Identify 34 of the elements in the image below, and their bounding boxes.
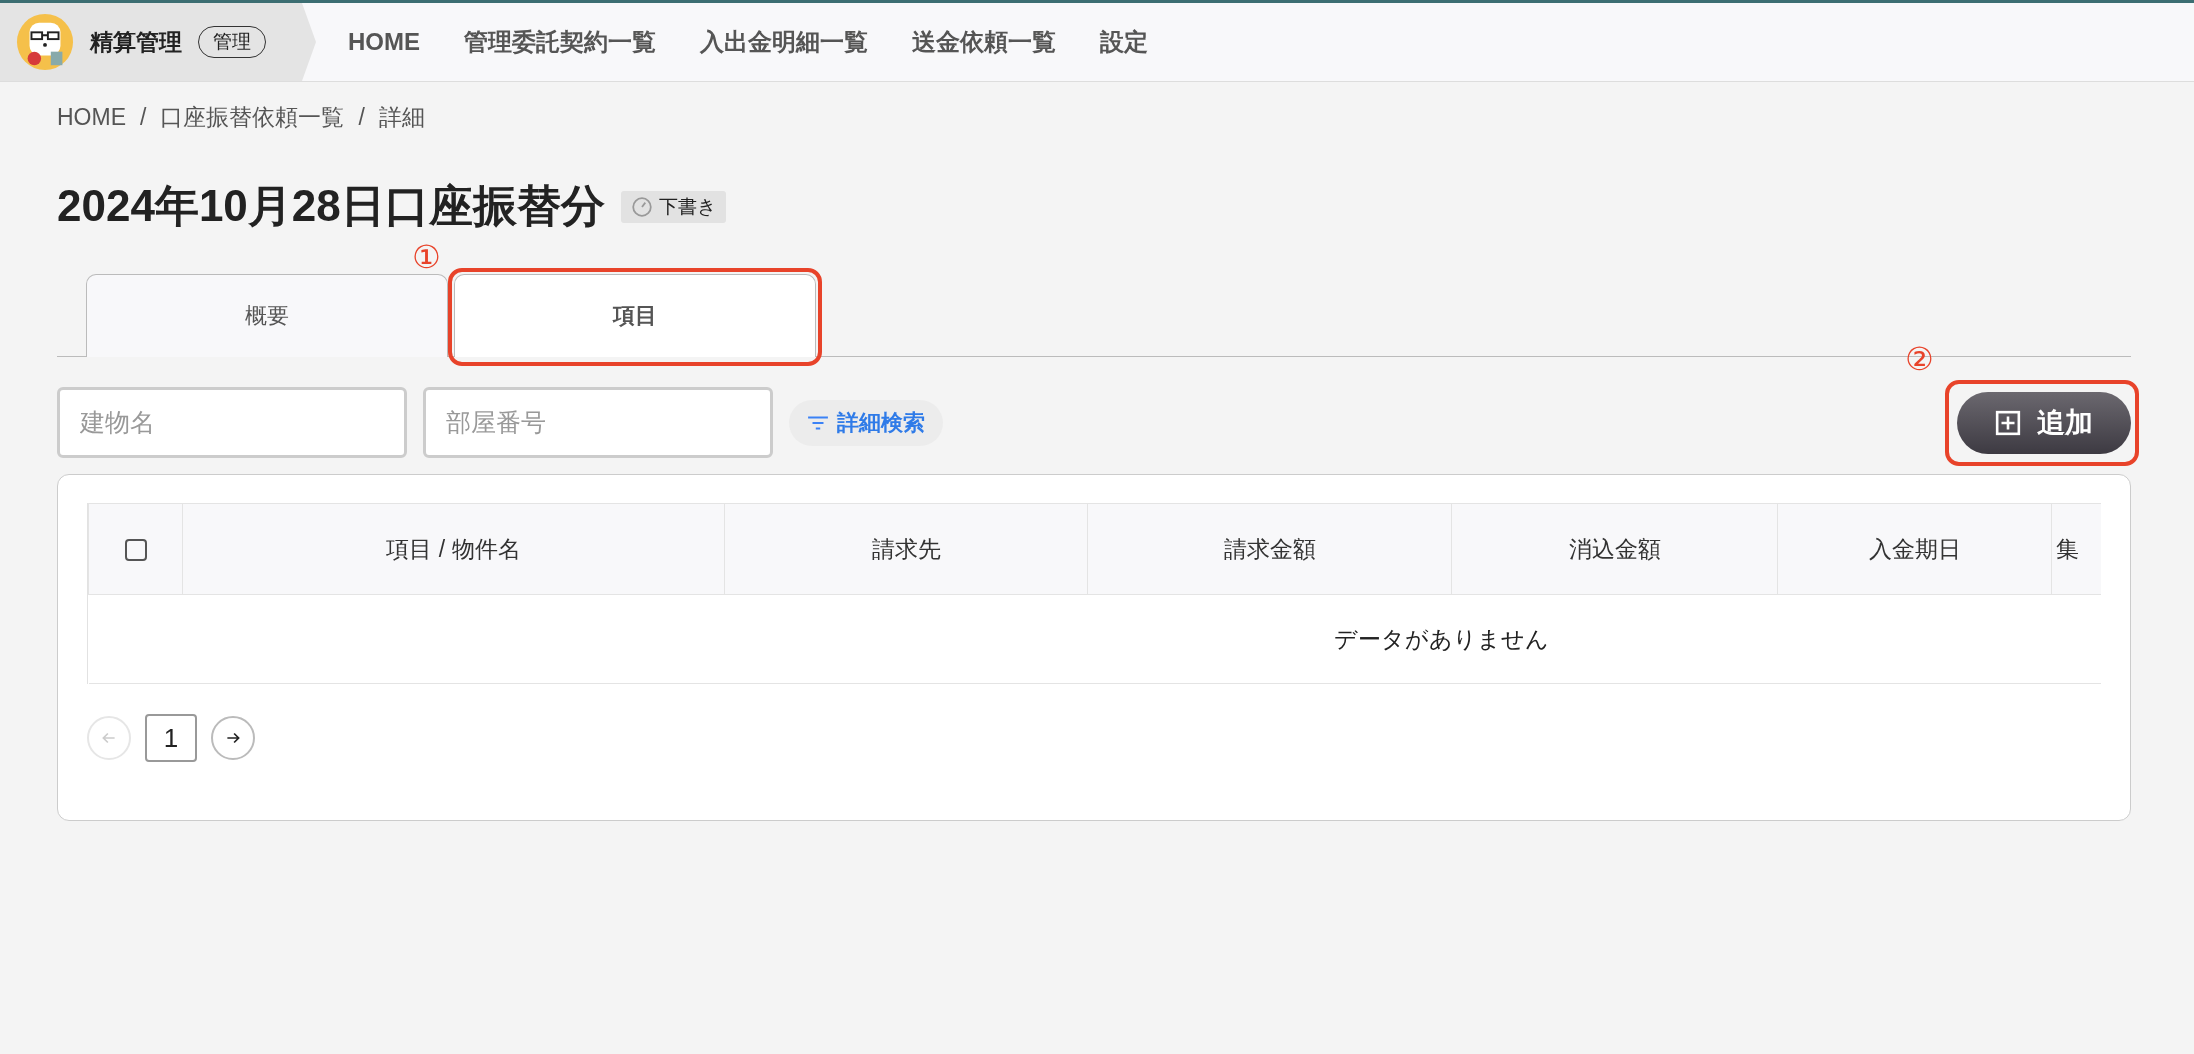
next-page-button[interactable]: [211, 716, 255, 760]
column-header: 請求先: [724, 503, 1088, 595]
add-button[interactable]: 追加: [1957, 391, 2131, 454]
nav-link[interactable]: HOME: [348, 28, 420, 56]
room-number-field[interactable]: 部屋番号: [423, 387, 773, 458]
nav-link[interactable]: 管理委託契約一覧: [464, 26, 656, 58]
column-header: 消込金額: [1451, 503, 1778, 595]
clock-icon: [630, 195, 653, 218]
nav-link[interactable]: 入出金明細一覧: [700, 26, 868, 58]
annotation-number: ②: [1905, 339, 1934, 378]
breadcrumb-link[interactable]: HOME: [57, 104, 126, 131]
column-header: 入金期日: [1777, 503, 2052, 595]
page-number-button[interactable]: 1: [145, 714, 197, 762]
tab[interactable]: 項目: [454, 274, 816, 357]
filter-icon: [807, 414, 829, 431]
empty-message: データがありません: [88, 594, 2101, 684]
nav-link[interactable]: 設定: [1100, 26, 1148, 58]
nav-link[interactable]: 送金依頼一覧: [912, 26, 1056, 58]
annotation-number: ①: [412, 238, 441, 276]
breadcrumb-separator: /: [140, 104, 147, 131]
page-title: 2024年10月28日口座振替分: [57, 180, 605, 232]
tab[interactable]: 概要: [86, 274, 448, 357]
breadcrumb-link[interactable]: 口座振替依頼一覧: [160, 102, 345, 133]
column-header: 請求金額: [1087, 503, 1452, 595]
column-header: 集: [2051, 503, 2101, 595]
building-name-field[interactable]: 建物名: [57, 387, 407, 458]
breadcrumb-current: 詳細: [378, 103, 425, 132]
plus-square-icon: [1995, 409, 2021, 436]
select-all-checkbox[interactable]: [124, 539, 147, 562]
column-header: 項目 / 物件名: [182, 503, 725, 595]
app-name: 精算管理: [90, 27, 182, 57]
status-text: 下書き: [658, 194, 716, 219]
breadcrumb-separator: /: [358, 104, 365, 131]
logo-drawing: [16, 13, 74, 71]
